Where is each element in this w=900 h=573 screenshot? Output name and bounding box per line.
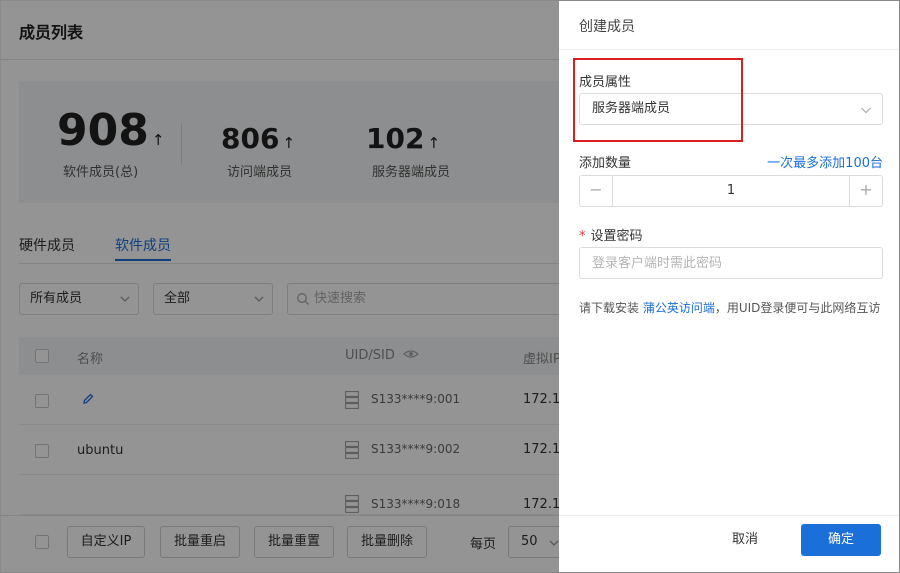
highlight-box <box>573 58 743 142</box>
drawer-header-divider <box>559 49 899 50</box>
quantity-limit-hint: 一次最多添加100台 <box>767 156 883 171</box>
app-window: 成员列表 908 ↑ 软件成员(总) 806 ↑ 访问端成员 102 ↑ 服务器端成员… <box>0 0 900 573</box>
password-input[interactable] <box>579 247 883 279</box>
modal-backdrop[interactable] <box>1 1 559 572</box>
drawer-footer-divider <box>559 515 899 516</box>
required-mark: * <box>579 229 586 244</box>
create-member-drawer: 创建成员 成员属性 服务器端成员 添加数量 一次最多添加100台 − 1 + *… <box>559 1 899 572</box>
quantity-decrement-button[interactable]: − <box>580 176 613 206</box>
note-suffix: ，用UID登录便可与此网络互访 <box>714 301 881 315</box>
quantity-input[interactable]: 1 <box>614 176 848 206</box>
note-prefix: 请下载安装 <box>579 301 640 315</box>
confirm-button[interactable]: 确定 <box>801 524 881 556</box>
cancel-button[interactable]: 取消 <box>709 524 781 556</box>
quantity-increment-button[interactable]: + <box>849 176 882 206</box>
password-label-text: 设置密码 <box>590 229 643 244</box>
drawer-title: 创建成员 <box>579 19 635 35</box>
password-label: * 设置密码 <box>579 225 643 244</box>
download-note: 请下载安装 蒲公英访问端，用UID登录便可与此网络互访 <box>579 299 880 316</box>
chevron-down-icon <box>861 107 871 114</box>
quantity-label: 添加数量 <box>579 156 632 171</box>
download-client-link[interactable]: 蒲公英访问端 <box>643 301 715 315</box>
quantity-stepper: − 1 + <box>579 175 883 207</box>
